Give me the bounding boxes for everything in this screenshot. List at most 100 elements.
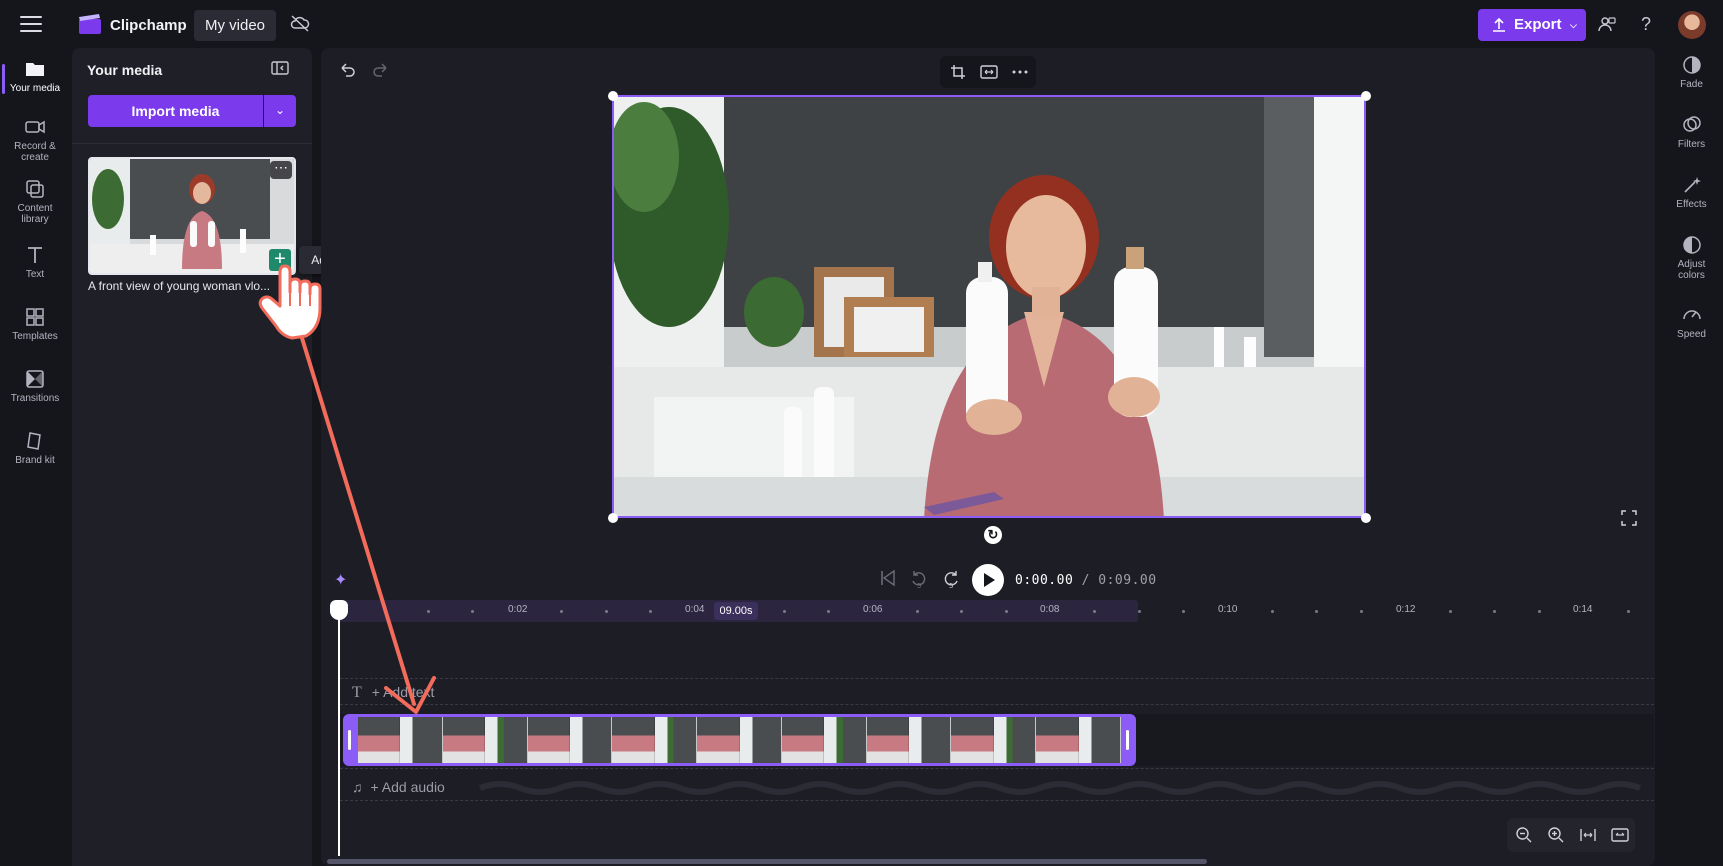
import-dropdown-button[interactable]: ⌄ <box>264 95 296 127</box>
fade-icon <box>1682 56 1701 74</box>
zoom-out-icon[interactable] <box>1515 826 1533 844</box>
library-icon <box>26 180 44 198</box>
chevron-down-icon: ⌄ <box>274 103 286 117</box>
ruler-tick <box>605 610 608 613</box>
import-media-button[interactable]: Import media <box>88 95 263 127</box>
effects-icon <box>1683 177 1701 193</box>
clip-trim-handle-left[interactable] <box>348 730 351 750</box>
fit-timeline-icon[interactable] <box>1579 826 1597 844</box>
ruler-label: 0:12 <box>1396 604 1416 615</box>
rewind-5-icon[interactable]: 5 <box>910 569 928 589</box>
svg-text:5: 5 <box>917 582 921 589</box>
media-item-thumbnail[interactable] <box>88 157 296 275</box>
clip-frame <box>569 717 613 763</box>
add-text-label: + Add text <box>371 684 435 700</box>
more-options-icon[interactable]: ⋯ <box>270 160 292 179</box>
undo-icon[interactable] <box>338 60 356 78</box>
rotate-icon[interactable]: ↻ <box>984 526 1002 544</box>
text-track-icon: T <box>352 684 362 701</box>
play-button[interactable] <box>972 564 1004 596</box>
clip-frame <box>612 717 655 763</box>
clip-frame <box>358 717 401 763</box>
sidebar-item-templates[interactable]: Templates <box>0 306 70 342</box>
properties-item-effects[interactable]: Effects <box>1660 174 1723 210</box>
resize-handle-bottom-right[interactable] <box>1361 513 1371 523</box>
left-sidebar: Your media Record & create Content libra… <box>0 48 70 866</box>
add-text-track[interactable]: T + Add text <box>352 684 434 702</box>
project-name-field[interactable]: My video <box>194 10 276 41</box>
clip-frame <box>951 717 994 763</box>
ruler-label: 0:10 <box>1218 604 1238 615</box>
menu-icon[interactable] <box>20 16 42 32</box>
properties-item-filters[interactable]: Filters <box>1660 114 1723 150</box>
more-icon[interactable] <box>1012 70 1028 74</box>
video-thumbnail-image <box>90 159 294 273</box>
playhead-line <box>338 612 340 856</box>
add-audio-label: + Add audio <box>370 779 445 795</box>
forward-5-icon[interactable]: 5 <box>942 569 960 589</box>
track-divider <box>340 704 1654 705</box>
timeline-ruler[interactable]: 0:02 0:04 0:06 0:08 0:10 0:12 0:14 <box>338 600 1654 622</box>
video-preview[interactable] <box>612 95 1366 518</box>
ruler-tick <box>1093 610 1096 613</box>
clip-frame <box>697 717 740 763</box>
svg-text:5: 5 <box>949 582 953 589</box>
ruler-tick <box>1005 610 1008 613</box>
track-divider <box>340 768 1654 769</box>
ruler-tick <box>649 610 652 613</box>
resize-handle-top-right[interactable] <box>1361 91 1371 101</box>
clip-frame <box>866 717 910 763</box>
preview-toolbar <box>940 56 1036 88</box>
video-clip[interactable] <box>343 714 1136 766</box>
clip-frame <box>654 717 698 763</box>
add-to-timeline-button[interactable]: + <box>269 249 291 271</box>
current-time: 0:00.00 <box>1015 573 1074 588</box>
timeline-scrollbar[interactable] <box>327 859 1207 864</box>
upload-icon <box>1493 17 1505 32</box>
crop-icon[interactable] <box>950 64 966 80</box>
clip-trim-handle-right[interactable] <box>1126 730 1129 750</box>
sidebar-item-brand-kit[interactable]: Brand kit <box>0 430 70 466</box>
share-icon[interactable] <box>1598 15 1616 33</box>
avatar[interactable] <box>1678 11 1706 39</box>
clip-frame <box>909 717 952 763</box>
sidebar-item-your-media[interactable]: Your media <box>0 58 70 94</box>
collapse-panel-icon[interactable] <box>271 60 289 76</box>
help-icon[interactable]: ? <box>1641 14 1651 35</box>
fullscreen-icon[interactable] <box>1621 510 1637 526</box>
folder-icon <box>26 63 44 76</box>
filters-icon <box>1682 116 1701 132</box>
resize-handle-top-left[interactable] <box>608 91 618 101</box>
export-button[interactable]: Export ⌵ <box>1478 9 1586 41</box>
properties-item-speed[interactable]: Speed <box>1660 304 1723 340</box>
sidebar-item-text[interactable]: Text <box>0 244 70 280</box>
music-note-icon: ♫ <box>352 779 363 795</box>
ruler-tick <box>471 610 474 613</box>
ruler-tick <box>560 610 563 613</box>
clip-frame <box>485 717 528 763</box>
sidebar-item-transitions[interactable]: Transitions <box>0 368 70 404</box>
resize-handle-bottom-left[interactable] <box>608 513 618 523</box>
clip-duration-badge: 09.00s <box>714 602 758 620</box>
sidebar-item-record-create[interactable]: Record & create <box>0 116 70 163</box>
track-divider <box>340 800 1654 801</box>
ruler-tick <box>1271 610 1274 613</box>
sidebar-item-content-library[interactable]: Content library <box>0 178 70 225</box>
sparkle-icon[interactable]: ✦ <box>334 570 347 590</box>
properties-item-adjust-colors[interactable]: Adjust colors <box>1660 234 1723 281</box>
media-item-caption: A front view of young woman vlo... <box>88 279 271 293</box>
fit-icon[interactable] <box>980 64 998 80</box>
expand-timeline-icon[interactable] <box>1611 826 1629 844</box>
clip-frame <box>527 717 570 763</box>
chevron-down-icon: ⌵ <box>1570 20 1577 30</box>
redo-icon[interactable] <box>372 60 390 78</box>
skip-to-start-icon[interactable] <box>880 569 896 587</box>
top-bar: Clipchamp My video Export ⌵ ? <box>0 0 1723 48</box>
zoom-in-icon[interactable] <box>1547 826 1565 844</box>
speed-icon <box>1682 310 1701 320</box>
ruler-tick <box>827 610 830 613</box>
total-time: 0:09.00 <box>1098 573 1157 588</box>
ruler-tick <box>960 610 963 613</box>
add-audio-track[interactable]: ♫ + Add audio <box>352 779 445 795</box>
properties-item-fade[interactable]: Fade <box>1660 54 1723 90</box>
